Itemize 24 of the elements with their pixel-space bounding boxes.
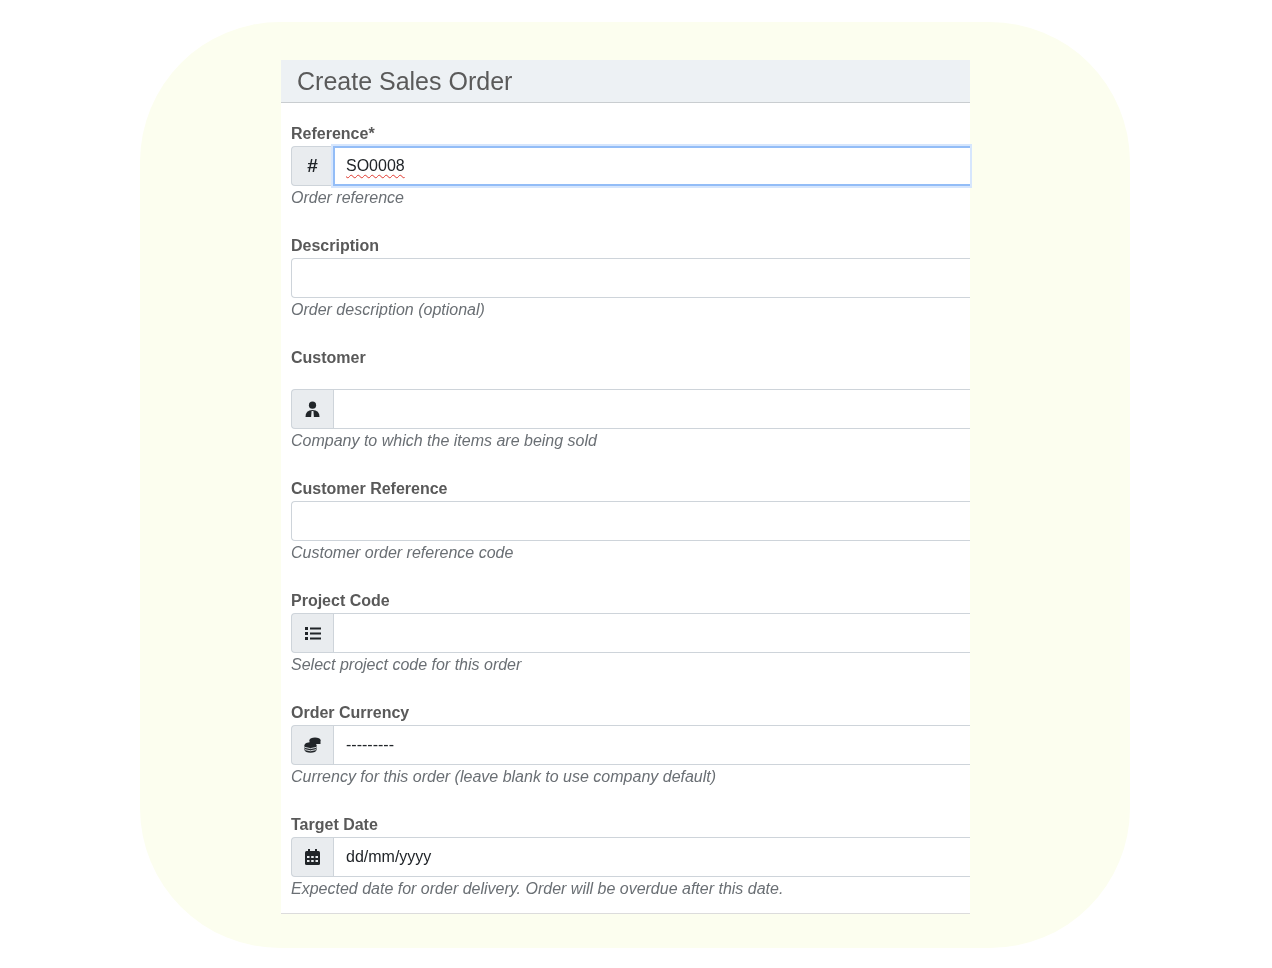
help-text: Customer order reference code — [291, 543, 515, 563]
person-icon — [305, 401, 320, 417]
input-field[interactable] — [291, 501, 970, 541]
field-label: Description — [291, 236, 380, 256]
field-label: Target Date — [291, 815, 379, 835]
input-field[interactable] — [333, 613, 970, 653]
help-text: Select project code for this order — [291, 655, 523, 675]
field-label: Order Currency — [291, 703, 411, 723]
input-field[interactable]: dd/mm/yyyy — [333, 837, 970, 877]
help-text: Currency for this order (leave blank to use company default) — [291, 767, 718, 787]
input-field[interactable] — [291, 258, 970, 298]
coins-icon — [304, 737, 321, 753]
field-label: Project Code — [291, 591, 391, 611]
field-label: Customer Reference — [291, 479, 449, 499]
input-field[interactable]: --------- — [333, 725, 970, 765]
input-field[interactable] — [333, 389, 970, 429]
help-text: Company to which the items are being sold — [291, 431, 599, 451]
input-field[interactable]: SO0008 — [333, 146, 970, 186]
calendar-icon — [305, 849, 320, 865]
field-label: Customer — [291, 348, 367, 368]
list-icon — [304, 626, 321, 640]
form-title: Create Sales Order — [297, 66, 513, 96]
help-text: Expected date for order delivery. Order will be overdue after this date. — [291, 879, 785, 899]
help-text: Order description (optional) — [291, 300, 486, 320]
